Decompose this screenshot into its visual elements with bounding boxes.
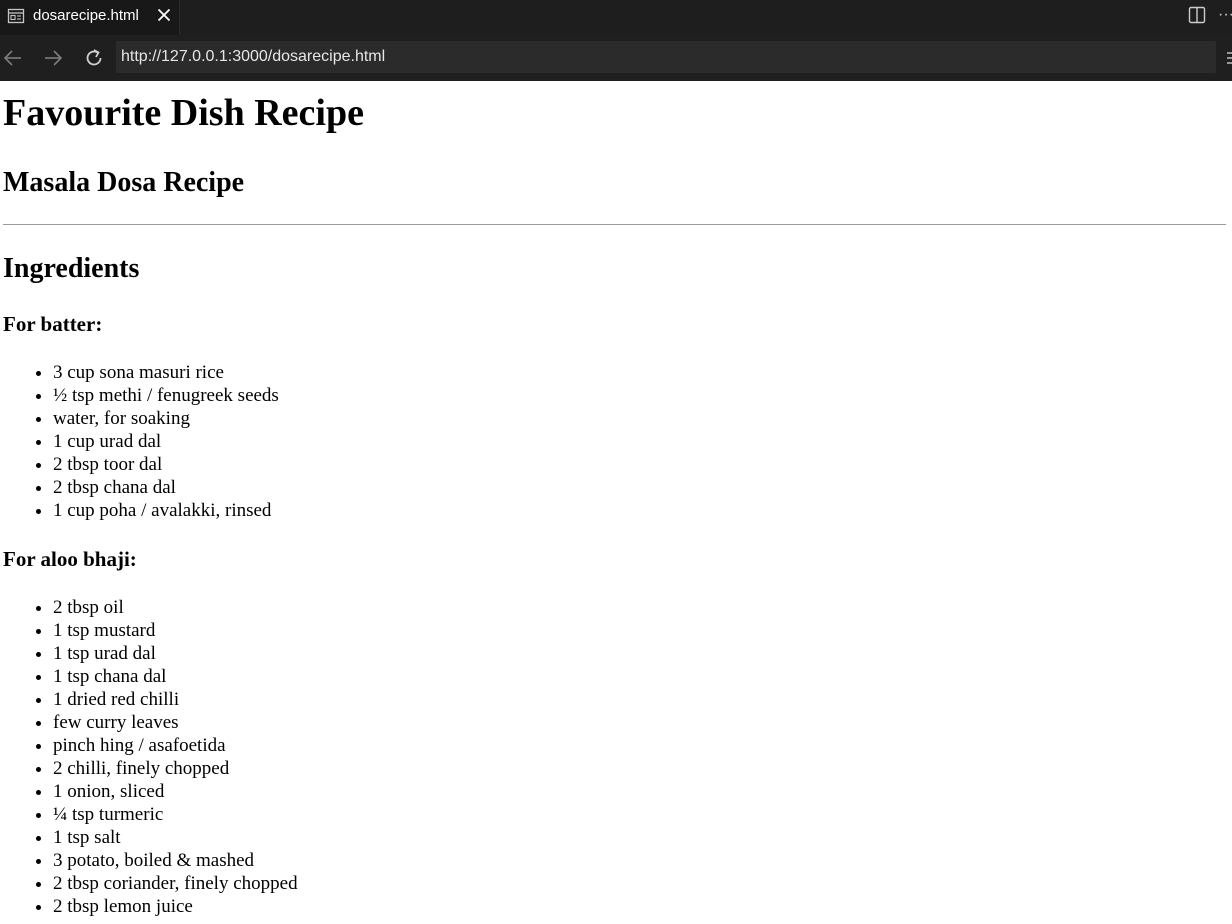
list-item: 2 tbsp chana dal — [53, 476, 279, 499]
more-icon[interactable]: ··· — [1218, 6, 1232, 24]
arrow-right-icon[interactable] — [42, 47, 64, 69]
list-item: water, for soaking — [53, 407, 279, 430]
list-item: 2 tbsp toor dal — [53, 453, 279, 476]
list-item: 1 tsp mustard — [53, 619, 298, 642]
list-item: 1 cup urad dal — [53, 430, 279, 453]
list-item: 3 potato, boiled & mashed — [53, 849, 298, 872]
tab-dosarecipe[interactable]: dosarecipe.html — [0, 0, 180, 35]
bhaji-list: 2 tbsp oil1 tsp mustard1 tsp urad dal1 t… — [0, 596, 298, 918]
page-content: Favourite Dish Recipe Masala Dosa Recipe… — [0, 81, 1232, 924]
page-icon — [7, 7, 25, 25]
tab-title: dosarecipe.html — [33, 7, 139, 24]
bhaji-heading: For aloo bhaji: — [3, 547, 137, 571]
split-editor-icon[interactable] — [1188, 6, 1206, 24]
list-item: pinch hing / asafoetida — [53, 734, 298, 757]
close-icon[interactable] — [155, 6, 173, 24]
navigation-bar: http://127.0.0.1:3000/dosarecipe.html — [0, 35, 1232, 81]
batter-list: 3 cup sona masuri rice½ tsp methi / fenu… — [0, 361, 279, 522]
address-bar[interactable]: http://127.0.0.1:3000/dosarecipe.html — [116, 41, 1216, 73]
list-item: 1 onion, sliced — [53, 780, 298, 803]
batter-heading: For batter: — [3, 312, 103, 336]
tab-bar: dosarecipe.html ··· — [0, 0, 1232, 35]
list-item: 2 chilli, finely chopped — [53, 757, 298, 780]
reload-icon[interactable] — [83, 47, 105, 69]
recipe-subtitle: Masala Dosa Recipe — [3, 167, 245, 198]
list-item: ½ tsp methi / fenugreek seeds — [53, 384, 279, 407]
list-item: 1 tsp salt — [53, 826, 298, 849]
list-item: 1 tsp chana dal — [53, 665, 298, 688]
list-item: 2 tbsp coriander, finely chopped — [53, 872, 298, 895]
list-item: 3 cup sona masuri rice — [53, 361, 279, 384]
menu-icon[interactable] — [1227, 47, 1232, 69]
arrow-left-icon[interactable] — [2, 47, 24, 69]
divider — [3, 224, 1226, 225]
address-url: http://127.0.0.1:3000/dosarecipe.html — [121, 48, 386, 65]
list-item: 1 tsp urad dal — [53, 642, 298, 665]
list-item: 1 dried red chilli — [53, 688, 298, 711]
list-item: ¼ tsp turmeric — [53, 803, 298, 826]
list-item: few curry leaves — [53, 711, 298, 734]
list-item: 2 tbsp oil — [53, 596, 298, 619]
ingredients-heading: Ingredients — [3, 253, 140, 284]
list-item: 1 cup poha / avalakki, rinsed — [53, 499, 279, 522]
page-title: Favourite Dish Recipe — [3, 92, 364, 134]
list-item: 2 tbsp lemon juice — [53, 895, 298, 918]
